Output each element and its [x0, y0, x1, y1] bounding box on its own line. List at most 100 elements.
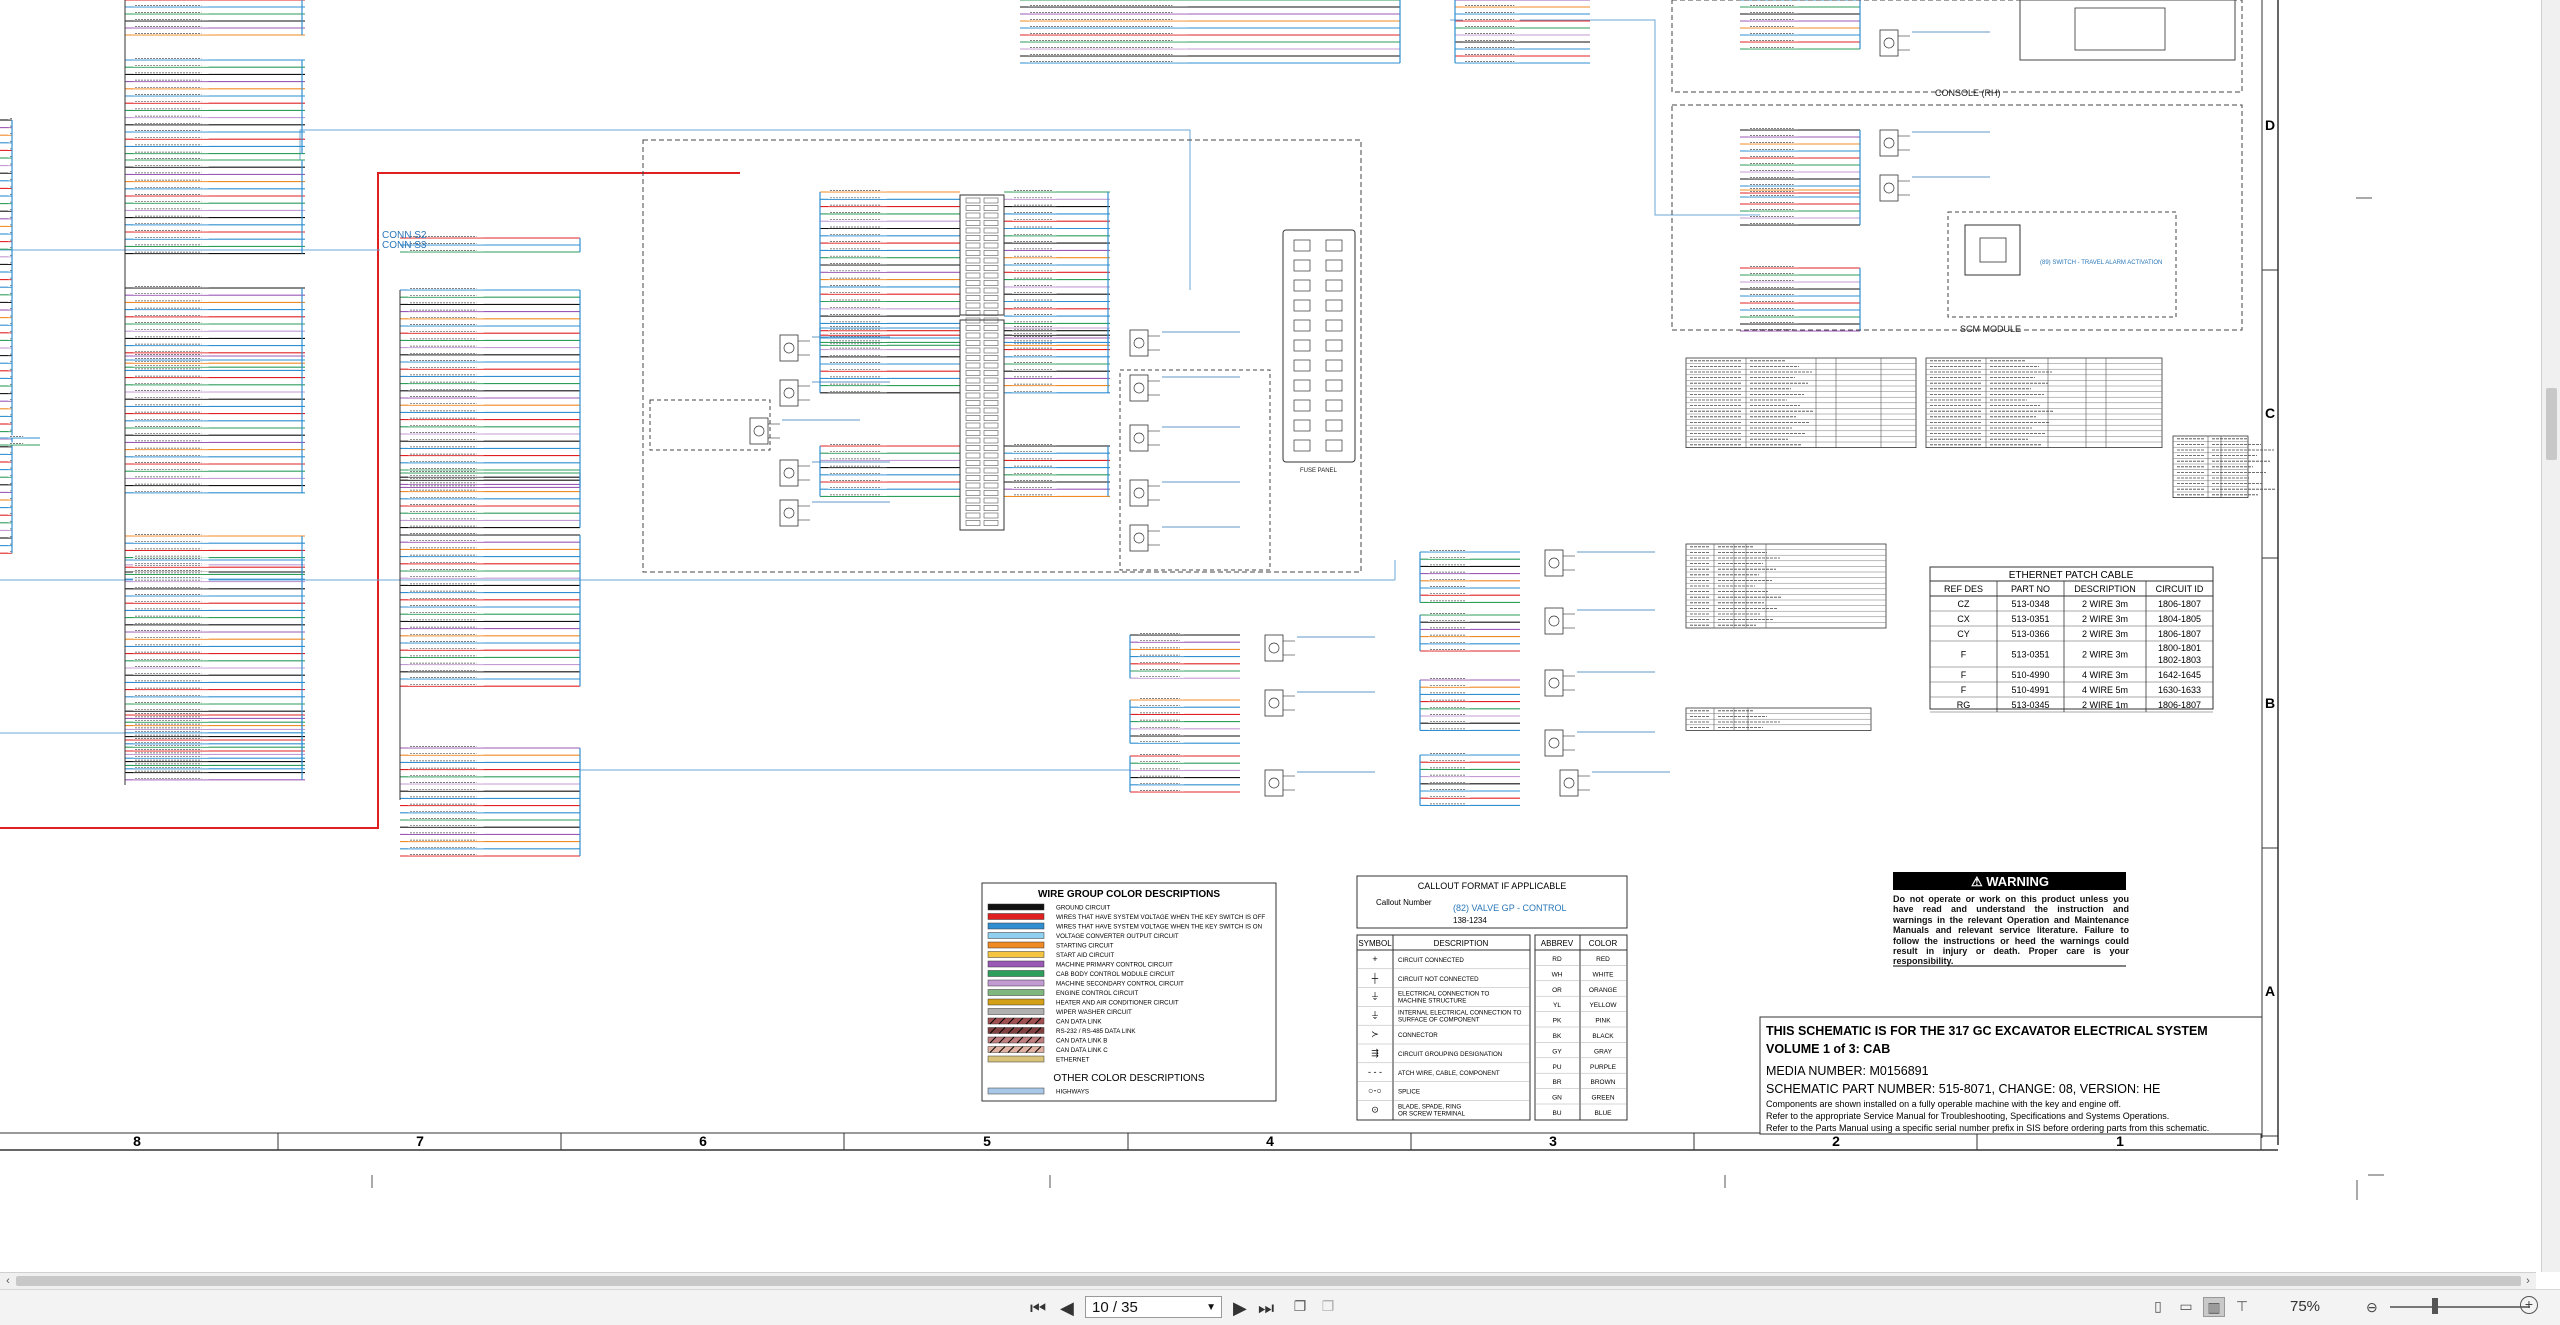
wire-color-swatch [987, 922, 1045, 930]
scroll-right-icon[interactable]: › [2520, 1273, 2536, 1289]
eth-table-cell: 513-0366 [2011, 629, 2049, 639]
wire-color-swatch [987, 1008, 1045, 1015]
svg-text:COLOR: COLOR [1589, 939, 1618, 948]
zoom-in-icon[interactable]: + [2520, 1296, 2538, 1314]
abbrev-color: BROWN [1591, 1079, 1616, 1086]
symbol-description: SURFACE OF COMPONENT [1398, 1016, 1480, 1023]
zoom-level[interactable]: 75% [2290, 1298, 2320, 1315]
two-page-view-icon[interactable]: ▥ [2203, 1297, 2225, 1317]
eth-table-cell: F [1961, 685, 1967, 695]
symbol-description: INTERNAL ELECTRICAL CONNECTION TO [1398, 1009, 1522, 1016]
grid-column-label: 7 [416, 1133, 424, 1149]
abbrev-code: PK [1553, 1018, 1562, 1025]
abbrev-code: GN [1552, 1095, 1562, 1102]
svg-text:FUSE PANEL: FUSE PANEL [1300, 468, 1338, 474]
grid-column-label: 2 [1832, 1133, 1840, 1149]
svg-text:SYMBOL: SYMBOL [1358, 939, 1392, 948]
svg-text:Refer to the Parts Manual usin: Refer to the Parts Manual using a specif… [1766, 1123, 2209, 1133]
thumbnails-icon[interactable]: ❐ [1290, 1297, 1310, 1315]
eth-table-cell: 1806-1807 [2158, 599, 2201, 609]
ethernet-patch-table: ETHERNET PATCH CABLE REF DES PART NO DESCR… [1929, 566, 2214, 713]
horizontal-scroll-thumb[interactable] [16, 1276, 2521, 1286]
abbrev-color: BLUE [1595, 1110, 1613, 1117]
abbrev-color: WHITE [1593, 971, 1615, 978]
wire-color-label: VOLTAGE CONVERTER OUTPUT CIRCUIT [1056, 933, 1179, 940]
svg-text:ETHERNET PATCH CABLE: ETHERNET PATCH CABLE [2009, 570, 2134, 581]
abbrev-color: GREEN [1591, 1095, 1614, 1102]
svg-text:SCHEMATIC PART NUMBER: 515-807: SCHEMATIC PART NUMBER: 515-8071, CHANGE:… [1766, 1082, 2160, 1096]
chevron-down-icon[interactable]: ▼ [1206, 1297, 1216, 1319]
svg-text:OTHER COLOR DESCRIPTIONS: OTHER COLOR DESCRIPTIONS [1053, 1073, 1204, 1084]
wire-color-label: WIRES THAT HAVE SYSTEM VOLTAGE WHEN THE … [1056, 924, 1262, 931]
wire-color-swatch [987, 970, 1045, 977]
svg-text:CONSOLE (RH): CONSOLE (RH) [1935, 88, 2001, 98]
page-number-field[interactable]: 10 / 35 ▼ [1085, 1296, 1222, 1318]
eth-table-cell: 1804-1805 [2158, 614, 2201, 624]
continuous-view-icon[interactable]: ▭ [2176, 1297, 2196, 1315]
abbrev-color: GRAY [1594, 1048, 1613, 1055]
grid-column-label: 4 [1266, 1133, 1274, 1149]
svg-text:(89) SWITCH - TRAVEL ALARM ACT: (89) SWITCH - TRAVEL ALARM ACTIVATION [2040, 260, 2162, 266]
last-page-icon[interactable]: ⏭ [1258, 1298, 1274, 1318]
fit-width-icon[interactable]: ⊤ [2232, 1297, 2252, 1315]
wire-color-label: CAB BODY CONTROL MODULE CIRCUIT [1056, 971, 1175, 978]
svg-text:CONN S3: CONN S3 [382, 240, 427, 251]
wire-color-swatch [987, 951, 1045, 958]
svg-text:VOLUME 1 of 3: CAB: VOLUME 1 of 3: CAB [1766, 1042, 1890, 1056]
symbol-glyph: ○-○ [1368, 1086, 1382, 1096]
symbol-description: BLADE, SPADE, RING [1398, 1103, 1461, 1110]
eth-table-cell: 513-0345 [2011, 700, 2049, 710]
eth-table-cell: 2 WIRE 3m [2082, 614, 2128, 624]
wire-color-swatch [987, 1087, 1045, 1095]
horizontal-scrollbar[interactable]: ‹ › [0, 1272, 2536, 1289]
eth-table-cell: 1630-1633 [2158, 685, 2201, 695]
wire-color-swatch [987, 913, 1045, 920]
abbrev-code: GY [1552, 1048, 1562, 1055]
page-number-value: 10 / 35 [1092, 1299, 1138, 1316]
wire-color-swatch [987, 941, 1045, 949]
wire-color-label: STARTING CIRCUIT [1056, 943, 1114, 950]
abbrev-color: RED [1596, 956, 1610, 963]
wire-color-swatch [987, 960, 1045, 968]
warning-box: ⚠ WARNING Do not operate or work on this… [1893, 872, 2129, 967]
abbrev-code: RD [1552, 956, 1562, 963]
symbol-glyph: ≻ [1371, 1029, 1379, 1039]
svg-text:DESCRIPTION: DESCRIPTION [1434, 939, 1489, 948]
symbol-glyph: ┼ [1371, 972, 1379, 984]
first-page-icon[interactable]: ⏮ [1030, 1298, 1046, 1318]
svg-text:138-1234: 138-1234 [1453, 916, 1487, 925]
symbol-description: SPLICE [1398, 1089, 1420, 1096]
callout-legend: CALLOUT FORMAT IF APPLICABLE Callout Num… [1356, 875, 1628, 1121]
document-viewport[interactable]: 87654321 DCBA FUSE PANEL CONN S2 CONN S3… [0, 0, 2560, 1272]
eth-table-cell: CX [1957, 614, 1970, 624]
abbrev-code: OR [1552, 987, 1562, 994]
zoom-slider-handle[interactable] [2432, 1298, 2438, 1314]
svg-text:Components are shown installed: Components are shown installed on a full… [1766, 1099, 2121, 1109]
single-page-view-icon[interactable]: ▯ [2148, 1297, 2168, 1315]
zoom-out-icon[interactable]: ⊖ [2366, 1299, 2378, 1316]
symbol-description: CIRCUIT GROUPING DESIGNATION [1398, 1051, 1502, 1058]
wire-color-label: ETHERNET [1056, 1057, 1090, 1064]
eth-table-cell: 513-0348 [2011, 599, 2049, 609]
vertical-scroll-thumb[interactable] [2546, 388, 2557, 460]
eth-table-cell: 1642-1645 [2158, 670, 2201, 680]
thumbnails-alt-icon[interactable]: ❐ [1318, 1297, 1338, 1315]
symbol-glyph: ⏚ [1370, 1010, 1379, 1020]
vertical-scrollbar[interactable] [2541, 0, 2560, 1272]
symbol-glyph: - - - [1368, 1067, 1382, 1077]
prev-page-icon[interactable]: ◀ [1060, 1298, 1074, 1318]
svg-text:SCM MODULE: SCM MODULE [1960, 324, 2021, 334]
eth-table-cell: 2 WIRE 3m [2082, 599, 2128, 609]
zoom-slider[interactable] [2390, 1306, 2530, 1308]
scroll-left-icon[interactable]: ‹ [0, 1273, 16, 1289]
title-block: THIS SCHEMATIC IS FOR THE 317 GC EXCAVAT… [1759, 1016, 2263, 1135]
wire-color-label: CAN DATA LINK C [1056, 1047, 1108, 1054]
next-page-icon[interactable]: ▶ [1233, 1298, 1247, 1318]
abbrev-code: WH [1552, 971, 1563, 978]
eth-table-cell: 513-0351 [2011, 614, 2049, 624]
grid-row-label: D [2265, 117, 2275, 133]
svg-text:CALLOUT FORMAT IF APPLICABLE: CALLOUT FORMAT IF APPLICABLE [1418, 881, 1567, 891]
eth-table-cell: F [1961, 650, 1967, 660]
eth-table-cell: 2 WIRE 3m [2082, 629, 2128, 639]
wire-color-label: RS-232 / RS-485 DATA LINK [1056, 1028, 1136, 1035]
